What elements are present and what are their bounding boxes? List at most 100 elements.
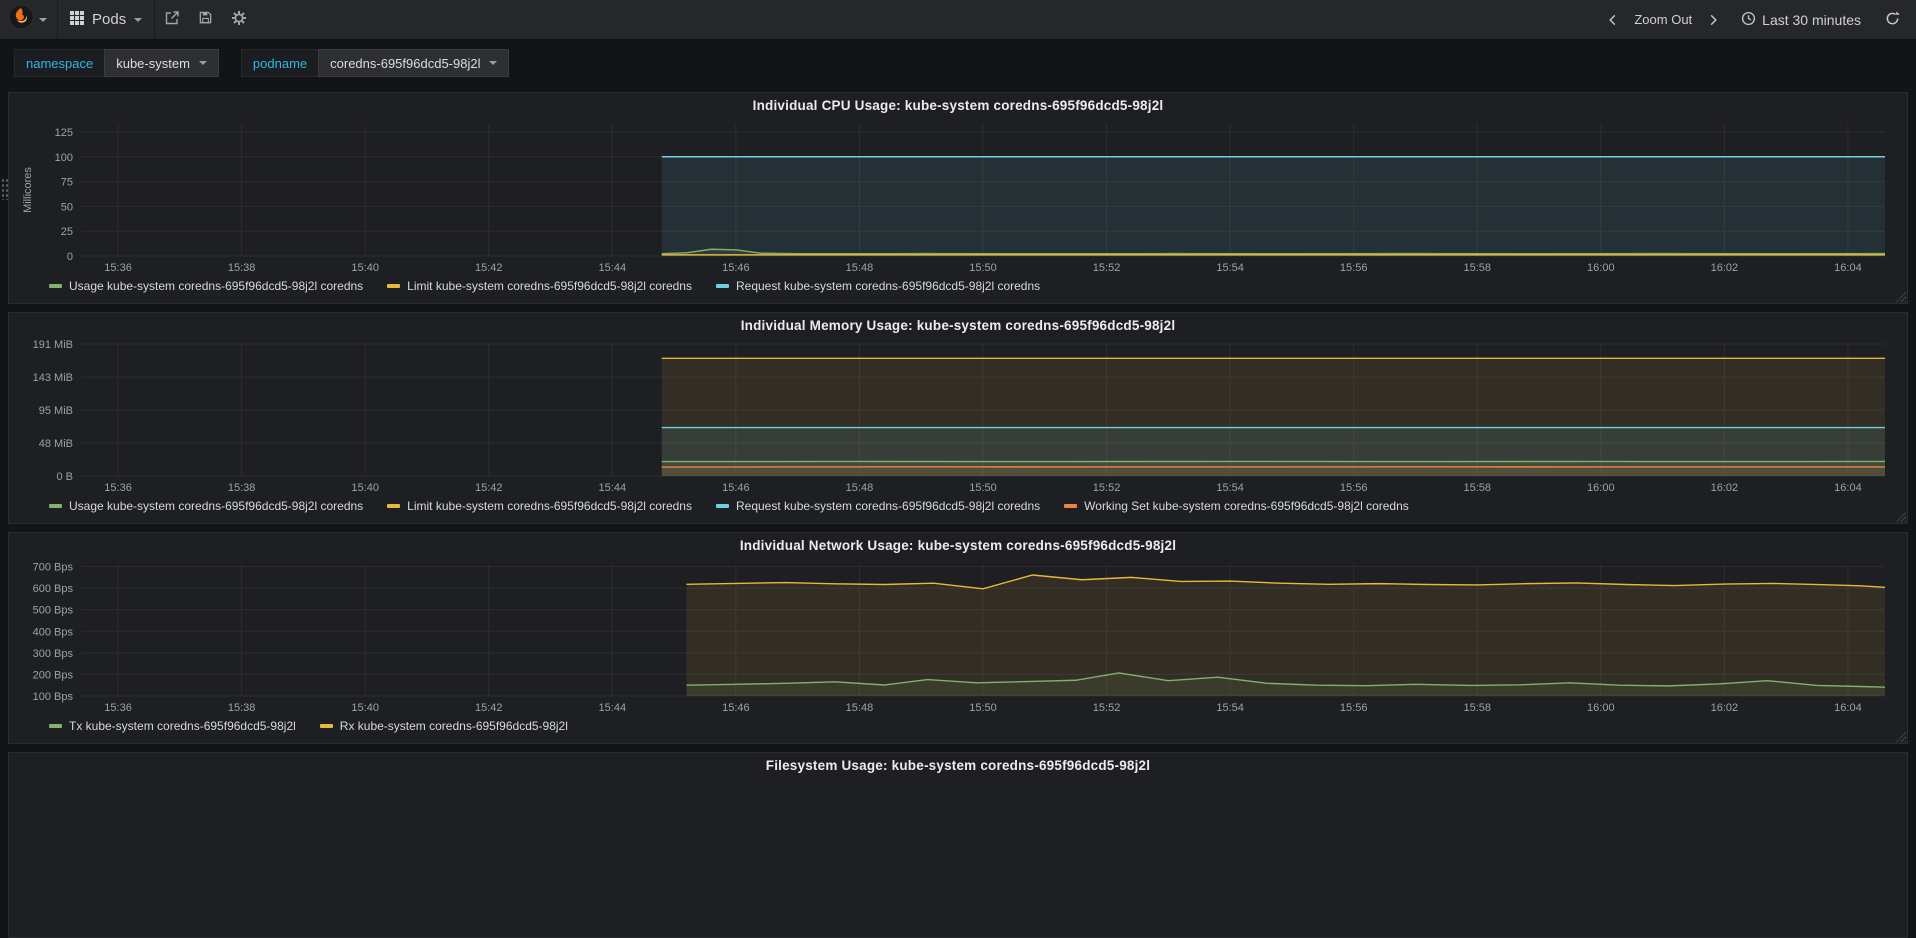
legend-color-swatch — [387, 283, 401, 288]
legend-item[interactable]: Request kube-system coredns-695f96dcd5-9… — [715, 279, 1041, 294]
dashboard-picker[interactable]: Pods — [58, 0, 156, 39]
save-dashboard-button[interactable] — [189, 0, 222, 39]
zoom-out-button[interactable]: Zoom Out — [1626, 12, 1700, 27]
svg-text:16:00: 16:00 — [1587, 702, 1615, 714]
panel-title-cpu[interactable]: Individual CPU Usage: kube-system coredn… — [9, 93, 1907, 118]
network-usage-chart[interactable]: 100 Bps 200 Bps 300 Bps 400 Bps 500 Bps 600 B… — [19, 558, 1897, 716]
legend-series-name: Request kube-system coredns-695f96dcd5-9… — [735, 279, 1041, 293]
legend-color-swatch — [1064, 503, 1078, 508]
share-button[interactable] — [155, 0, 189, 39]
svg-text:15:56: 15:56 — [1340, 702, 1368, 714]
panel-network-usage: Individual Network Usage: kube-system co… — [8, 532, 1908, 744]
legend-color-swatch — [715, 503, 729, 508]
svg-text:15:58: 15:58 — [1463, 262, 1491, 274]
legend-color-swatch — [387, 503, 401, 508]
svg-text:15:52: 15:52 — [1093, 262, 1121, 274]
refresh-icon — [1885, 11, 1900, 29]
navbar: Pods Zoom Out Last 30 minutes — [0, 0, 1916, 40]
svg-text:15:58: 15:58 — [1463, 482, 1491, 494]
variable-podname-label: podname — [240, 49, 319, 77]
chevron-down-icon — [198, 61, 207, 65]
panel-title-memory[interactable]: Individual Memory Usage: kube-system cor… — [9, 313, 1907, 338]
svg-text:15:48: 15:48 — [846, 482, 874, 494]
legend-item[interactable]: Usage kube-system coredns-695f96dcd5-98j… — [49, 279, 363, 294]
grafana-logo-button[interactable] — [0, 0, 58, 39]
svg-text:125: 125 — [55, 127, 73, 139]
svg-text:0 B: 0 B — [56, 471, 73, 483]
gear-icon — [231, 10, 247, 30]
cpu-usage-chart[interactable]: 0 25 50 75 100 125 15:36 15:38 15:40 15:42 15:44 15… — [19, 118, 1897, 276]
svg-text:15:54: 15:54 — [1216, 702, 1244, 714]
legend-item[interactable]: Request kube-system coredns-695f96dcd5-9… — [715, 499, 1041, 514]
legend-color-swatch — [49, 723, 62, 728]
svg-text:15:44: 15:44 — [599, 482, 627, 494]
svg-text:15:56: 15:56 — [1340, 482, 1368, 494]
legend-item[interactable]: Tx kube-system coredns-695f96dcd5-98j2l — [49, 719, 296, 734]
time-shift-back-button[interactable] — [1599, 13, 1626, 27]
legend-item[interactable]: Working Set kube-system coredns-695f96dc… — [1064, 499, 1409, 514]
svg-text:15:46: 15:46 — [722, 702, 750, 714]
svg-text:15:36: 15:36 — [104, 262, 132, 274]
svg-text:15:36: 15:36 — [104, 702, 132, 714]
refresh-button[interactable] — [1877, 11, 1908, 29]
svg-text:16:04: 16:04 — [1834, 262, 1862, 274]
chevron-left-icon — [1609, 14, 1616, 25]
svg-text:15:46: 15:46 — [722, 482, 750, 494]
svg-text:15:38: 15:38 — [228, 482, 256, 494]
grafana-logo-icon — [8, 4, 34, 35]
panel-memory-usage: Individual Memory Usage: kube-system cor… — [8, 312, 1908, 524]
svg-text:15:42: 15:42 — [475, 702, 503, 714]
svg-text:15:38: 15:38 — [228, 262, 256, 274]
time-shift-forward-button[interactable] — [1700, 13, 1727, 27]
svg-text:700 Bps: 700 Bps — [33, 562, 74, 574]
svg-text:191 MiB: 191 MiB — [33, 339, 73, 351]
variable-namespace-select[interactable]: kube-system — [104, 49, 219, 77]
svg-text:15:56: 15:56 — [1340, 262, 1368, 274]
svg-text:15:42: 15:42 — [475, 482, 503, 494]
save-icon — [198, 10, 213, 29]
svg-text:16:02: 16:02 — [1711, 482, 1739, 494]
svg-text:15:38: 15:38 — [228, 702, 256, 714]
svg-text:16:04: 16:04 — [1834, 482, 1862, 494]
legend-item[interactable]: Limit kube-system coredns-695f96dcd5-98j… — [387, 279, 692, 294]
svg-text:15:42: 15:42 — [475, 262, 503, 274]
legend-item[interactable]: Limit kube-system coredns-695f96dcd5-98j… — [387, 499, 692, 514]
variable-podname-select[interactable]: coredns-695f96dcd5-98j2l — [318, 49, 510, 77]
svg-text:15:40: 15:40 — [351, 702, 379, 714]
network-usage-legend: Tx kube-system coredns-695f96dcd5-98j2l R… — [9, 716, 1907, 743]
legend-item[interactable]: Usage kube-system coredns-695f96dcd5-98j… — [49, 499, 363, 514]
variable-podname-value: coredns-695f96dcd5-98j2l — [330, 55, 481, 71]
time-range-button[interactable]: Last 30 minutes — [1733, 11, 1869, 29]
legend-series-name: Usage kube-system coredns-695f96dcd5-98j… — [69, 279, 364, 293]
dashboard-settings-button[interactable] — [222, 0, 256, 39]
panel-title-network[interactable]: Individual Network Usage: kube-system co… — [9, 533, 1907, 558]
svg-text:Millicores: Millicores — [22, 167, 34, 213]
svg-text:25: 25 — [61, 226, 73, 238]
svg-text:15:44: 15:44 — [599, 262, 627, 274]
svg-text:15:46: 15:46 — [722, 262, 750, 274]
chevron-right-icon — [1710, 14, 1717, 25]
svg-text:300 Bps: 300 Bps — [33, 648, 74, 660]
legend-color-swatch — [319, 723, 333, 728]
memory-usage-chart[interactable]: 0 B 48 MiB 95 MiB 143 MiB 191 MiB 15:36 15:38 1… — [19, 338, 1897, 496]
svg-text:200 Bps: 200 Bps — [33, 669, 74, 681]
dashboard-caret-icon — [134, 17, 143, 22]
filesystem-usage-chart[interactable] — [19, 778, 1897, 928]
share-icon — [164, 10, 180, 30]
legend-series-name: Tx kube-system coredns-695f96dcd5-98j2l — [69, 719, 296, 733]
legend-series-name: Limit kube-system coredns-695f96dcd5-98j… — [407, 279, 692, 293]
row-drag-handle-icon[interactable] — [1, 178, 8, 200]
legend-item[interactable]: Rx kube-system coredns-695f96dcd5-98j2l — [319, 719, 568, 734]
variable-namespace-label: namespace — [14, 49, 105, 77]
svg-text:16:00: 16:00 — [1587, 482, 1615, 494]
svg-text:15:36: 15:36 — [104, 482, 132, 494]
svg-text:15:44: 15:44 — [599, 702, 627, 714]
chevron-down-icon — [489, 61, 498, 65]
svg-text:100 Bps: 100 Bps — [33, 691, 74, 703]
svg-text:48 MiB: 48 MiB — [39, 438, 73, 450]
legend-series-name: Request kube-system coredns-695f96dcd5-9… — [735, 499, 1041, 513]
legend-series-name: Working Set kube-system coredns-695f96dc… — [1084, 499, 1409, 513]
legend-color-swatch — [49, 503, 62, 508]
svg-text:15:50: 15:50 — [969, 262, 997, 274]
panel-title-filesystem[interactable]: Filesystem Usage: kube-system coredns-69… — [9, 753, 1907, 778]
